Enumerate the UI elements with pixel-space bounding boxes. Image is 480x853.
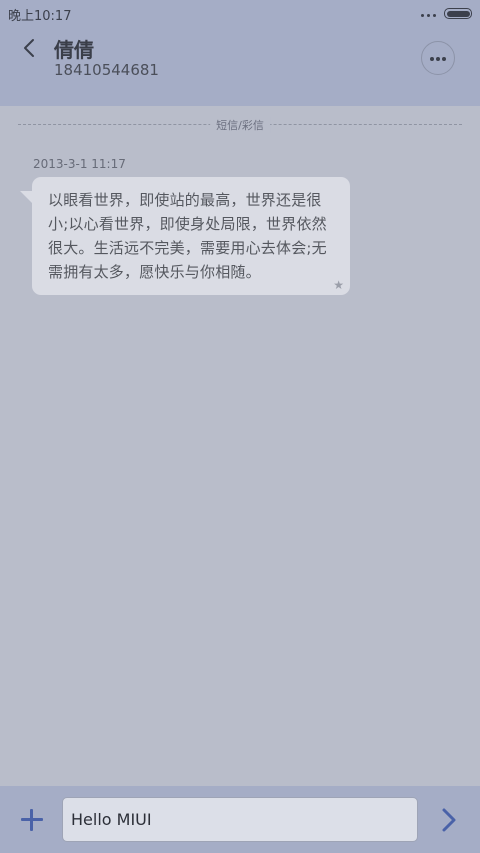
contact-number: 18410544681 xyxy=(54,61,159,79)
message-input[interactable] xyxy=(62,797,418,842)
conversation-header: 倩倩 18410544681 xyxy=(0,28,480,106)
sms-mms-divider: 短信/彩信 xyxy=(18,115,462,135)
battery-icon xyxy=(444,8,472,19)
divider-label: 短信/彩信 xyxy=(210,117,270,133)
message-text: 以眼看世界，即使站的最高，世界还是很小;以心看世界，即使身处局限，世界依然很大。… xyxy=(48,191,327,281)
message-bubble[interactable]: 以眼看世界，即使站的最高，世界还是很小;以心看世界，即使身处局限，世界依然很大。… xyxy=(20,177,350,295)
add-attachment-button[interactable] xyxy=(18,806,46,834)
status-bar: 晚上10:17 xyxy=(0,0,480,28)
more-horizontal-icon xyxy=(430,57,434,61)
status-time: 晚上10:17 xyxy=(8,9,72,24)
more-options-button[interactable] xyxy=(421,41,455,75)
chevron-left-icon[interactable] xyxy=(20,38,40,58)
composer-bar xyxy=(0,786,480,853)
chevron-right-icon xyxy=(442,808,456,832)
message-timestamp: 2013-3-1 11:17 xyxy=(33,157,126,171)
more-dots-icon xyxy=(421,14,437,18)
star-icon: ★ xyxy=(333,278,344,292)
send-button[interactable] xyxy=(436,806,462,834)
bubble-tail xyxy=(20,191,32,203)
contact-name: 倩倩 xyxy=(54,38,94,62)
